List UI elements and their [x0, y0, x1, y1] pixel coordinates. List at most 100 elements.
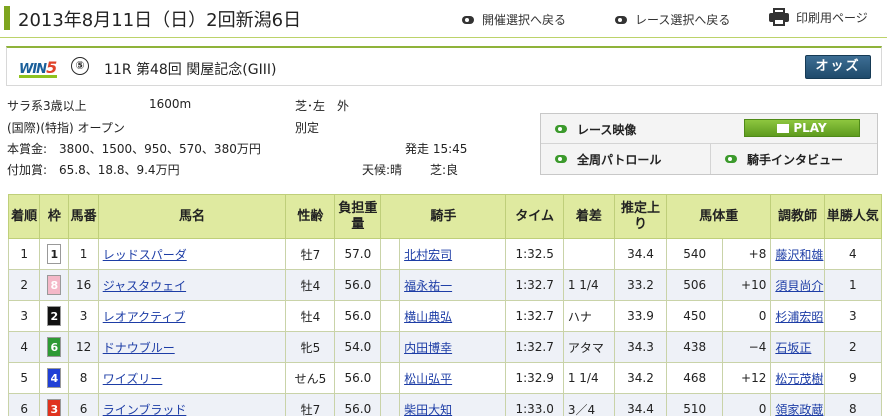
- col-umaban: 馬番: [68, 194, 99, 239]
- bullet-icon: [615, 15, 627, 24]
- horse-name-cell[interactable]: ワイズリー: [97, 362, 287, 394]
- jockey-cell[interactable]: 福永祐一: [399, 269, 507, 301]
- popularity-cell: 3: [823, 300, 883, 332]
- trainer-link[interactable]: 須貝尚介: [775, 279, 823, 293]
- trainer-link[interactable]: 松元茂樹: [775, 372, 823, 386]
- popularity-cell: 4: [823, 238, 883, 270]
- finish-cell: 3: [7, 300, 41, 332]
- sex-age-cell: 牡4: [285, 300, 336, 332]
- waku-badge: 2: [47, 306, 62, 326]
- umaban-cell: 12: [68, 331, 99, 363]
- horse-name-cell[interactable]: ジャスタウェイ: [97, 269, 287, 301]
- col-margin: 着差: [562, 194, 615, 239]
- col-body-weight: 馬体重: [666, 194, 772, 239]
- umaban-cell: 1: [68, 238, 99, 270]
- horse-name-link[interactable]: レッドスパーダ: [103, 248, 187, 262]
- back-to-race-link[interactable]: レース選択へ戻る: [615, 11, 730, 28]
- top-header: 2013年8月11日（日）2回新潟6日 開催選択へ戻る レース選択へ戻る 印刷用…: [0, 0, 887, 38]
- umaban-cell: 8: [68, 362, 99, 394]
- waku-cell: 3: [39, 393, 70, 416]
- sex-age-cell: 牝5: [285, 331, 336, 363]
- waku-badge: 4: [47, 368, 62, 388]
- jockey-link[interactable]: 柴田大知: [404, 403, 452, 416]
- printer-icon: [768, 8, 790, 26]
- jockey-cell[interactable]: 柴田大知: [399, 393, 507, 416]
- col-trainer: 調教師: [770, 194, 825, 239]
- horse-name-link[interactable]: ドナウブルー: [103, 341, 175, 355]
- jockey-link[interactable]: 福永祐一: [404, 279, 452, 293]
- jockey-interview-link[interactable]: 騎手インタビュー: [725, 144, 843, 174]
- print-page-link[interactable]: 印刷用ページ: [768, 8, 868, 26]
- patrol-link[interactable]: 全周パトロール: [555, 144, 661, 174]
- body-weight-cell: 506: [666, 269, 724, 301]
- weight-cell: 56.0: [334, 393, 382, 416]
- back-to-race-label: レース選択へ戻る: [635, 13, 731, 27]
- table-row: 5 4 8 ワイズリー せん5 56.0 松山弘平 1:32.9 1 1/4 34.2 468 +12…: [7, 362, 883, 394]
- finish-cell: 2: [7, 269, 41, 301]
- trainer-link[interactable]: 領家政蔵: [775, 403, 823, 416]
- body-weight-cell: 438: [666, 331, 724, 363]
- horse-name-link[interactable]: ワイズリー: [103, 372, 163, 386]
- back-to-meeting-label: 開催選択へ戻る: [482, 13, 567, 27]
- trainer-link[interactable]: 藤沢和雄: [775, 248, 823, 262]
- trainer-cell[interactable]: 石坂正: [770, 331, 825, 363]
- last3f-cell: 33.9: [613, 300, 668, 332]
- popularity-cell: 9: [823, 362, 883, 394]
- horse-name-cell[interactable]: ラインブラッド: [97, 393, 287, 416]
- bullet-icon: [725, 155, 737, 163]
- jockey-cell[interactable]: 横山典弘: [399, 300, 507, 332]
- horse-name-link[interactable]: ラインブラッド: [103, 403, 187, 416]
- horse-name-cell[interactable]: レオアクティブ: [97, 300, 287, 332]
- race-class: サラ系3歳以上: [7, 99, 87, 113]
- jockey-cell[interactable]: 松山弘平: [399, 362, 507, 394]
- time-cell: 1:32.7: [505, 300, 564, 332]
- time-cell: 1:33.0: [505, 393, 564, 416]
- horse-name-cell[interactable]: ドナウブルー: [97, 331, 287, 363]
- trainer-cell[interactable]: 松元茂樹: [770, 362, 825, 394]
- print-page-label: 印刷用ページ: [796, 10, 868, 25]
- track-condition: 芝:良: [430, 163, 459, 177]
- race-video-row: レース映像 PLAY: [541, 114, 877, 144]
- trainer-link[interactable]: 杉浦宏昭: [775, 310, 823, 324]
- weight-cell: 56.0: [334, 300, 382, 332]
- odds-button[interactable]: オッズ: [805, 55, 871, 79]
- last3f-cell: 34.2: [613, 362, 668, 394]
- play-button[interactable]: PLAY: [744, 119, 860, 137]
- trainer-cell[interactable]: 杉浦宏昭: [770, 300, 825, 332]
- weight-change-cell: 0: [722, 300, 772, 332]
- last3f-cell: 34.3: [613, 331, 668, 363]
- waku-cell: 6: [39, 331, 70, 363]
- results-body: 1 1 1 レッドスパーダ 牡7 57.0 北村宏司 1:32.5 34.4 540 +8 藤沢和雄 4…: [7, 238, 883, 416]
- trainer-link[interactable]: 石坂正: [775, 341, 811, 355]
- col-last3f: 推定上り: [613, 194, 668, 239]
- sex-age-cell: 牡7: [285, 238, 336, 270]
- weight-cell: 54.0: [334, 331, 382, 363]
- waku-cell: 4: [39, 362, 70, 394]
- sex-age-cell: 牡4: [285, 269, 336, 301]
- jockey-link[interactable]: 松山弘平: [404, 372, 452, 386]
- jockey-cell[interactable]: 内田博幸: [399, 331, 507, 363]
- waku-badge: 1: [47, 244, 62, 264]
- trainer-cell[interactable]: 須貝尚介: [770, 269, 825, 301]
- jockey-link[interactable]: 内田博幸: [404, 341, 452, 355]
- movie-icon: [777, 124, 790, 133]
- umaban-cell: 16: [68, 269, 99, 301]
- jockey-cell[interactable]: 北村宏司: [399, 238, 507, 270]
- table-row: 2 8 16 ジャスタウェイ 牡4 56.0 福永祐一 1:32.7 1 1/4 33.2 506 +…: [7, 269, 883, 301]
- jockey-link[interactable]: 北村宏司: [404, 248, 452, 262]
- back-to-meeting-link[interactable]: 開催選択へ戻る: [462, 11, 566, 28]
- trainer-cell[interactable]: 領家政蔵: [770, 393, 825, 416]
- jockey-link[interactable]: 横山典弘: [404, 310, 452, 324]
- finish-cell: 5: [7, 362, 41, 394]
- margin-cell: [562, 238, 615, 270]
- horse-name-cell[interactable]: レッドスパーダ: [97, 238, 287, 270]
- table-row: 4 6 12 ドナウブルー 牝5 54.0 内田博幸 1:32.7 アタマ 34.3 438 −4 石坂…: [7, 331, 883, 363]
- weight-cell: 56.0: [334, 269, 382, 301]
- jockey-marker-cell: [380, 300, 401, 332]
- video-panel: レース映像 PLAY 全周パトロール 騎手インタビュー: [540, 113, 878, 175]
- sex-age-cell: 牡7: [285, 393, 336, 416]
- horse-name-link[interactable]: レオアクティブ: [103, 310, 186, 324]
- trainer-cell[interactable]: 藤沢和雄: [770, 238, 825, 270]
- popularity-cell: 8: [823, 393, 883, 416]
- horse-name-link[interactable]: ジャスタウェイ: [103, 279, 186, 293]
